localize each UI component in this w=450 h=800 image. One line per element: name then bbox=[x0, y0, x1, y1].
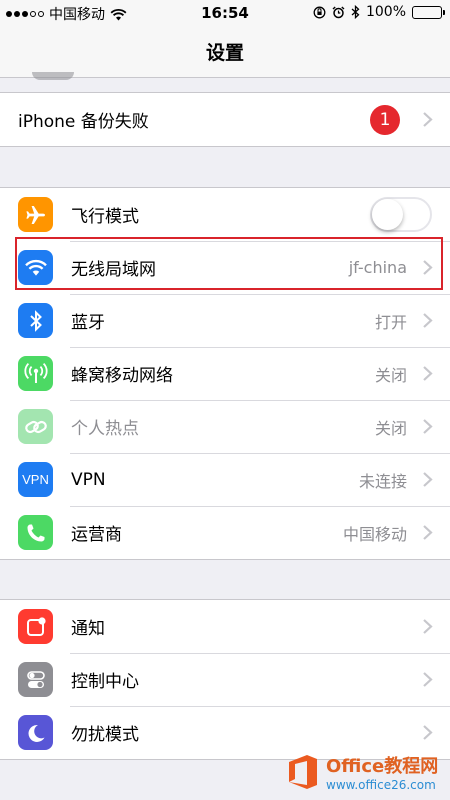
airplane-mode-row: 飞行模式 bbox=[0, 188, 450, 241]
hotspot-value: 关闭 bbox=[374, 418, 407, 438]
do-not-disturb-label: 勿扰模式 bbox=[71, 725, 139, 745]
airplane-icon bbox=[18, 197, 53, 232]
cellular-antenna-icon bbox=[18, 356, 53, 391]
chevron-right-icon bbox=[423, 419, 433, 434]
system-group: 通知 控制中心 勿扰模式 bbox=[0, 599, 450, 760]
bluetooth-status-icon bbox=[351, 5, 360, 19]
vpn-value: 未连接 bbox=[358, 471, 407, 491]
vpn-icon: VPN bbox=[18, 462, 53, 497]
status-right: 100% bbox=[313, 4, 445, 20]
control-center-row[interactable]: 控制中心 bbox=[0, 653, 450, 706]
site-watermark: Office教程网 www.office26.com bbox=[286, 747, 446, 797]
bluetooth-icon bbox=[18, 303, 53, 338]
backup-group: iPhone 备份失败 1 bbox=[0, 92, 450, 147]
orientation-lock-icon bbox=[313, 6, 326, 18]
bluetooth-row[interactable]: 蓝牙 打开 bbox=[0, 294, 450, 347]
hotspot-link-icon bbox=[18, 409, 53, 444]
navigation-bar: 设置 bbox=[0, 26, 450, 78]
wifi-value: jf-china bbox=[348, 258, 407, 277]
office-logo-icon bbox=[289, 755, 317, 789]
wifi-label: 无线局域网 bbox=[71, 260, 156, 280]
watermark-text: Office教程网 www.office26.com bbox=[326, 752, 438, 792]
vpn-icon-text: VPN bbox=[22, 472, 49, 487]
connectivity-group: 飞行模式 无线局域网 jf-china 蓝牙 打开 蜂窝移动网络 关闭 个人热点… bbox=[0, 187, 450, 560]
phone-icon bbox=[18, 515, 53, 550]
vpn-label: VPN bbox=[71, 469, 106, 490]
watermark-url: www.office26.com bbox=[326, 778, 436, 792]
alarm-icon bbox=[332, 5, 345, 18]
battery-percent: 100% bbox=[365, 4, 406, 20]
chevron-right-icon bbox=[423, 619, 433, 634]
cellular-row[interactable]: 蜂窝移动网络 关闭 bbox=[0, 347, 450, 400]
avatar bbox=[32, 72, 74, 80]
chevron-right-icon bbox=[423, 725, 433, 740]
cellular-value: 关闭 bbox=[374, 365, 407, 385]
notifications-label: 通知 bbox=[71, 619, 105, 639]
backup-row[interactable]: iPhone 备份失败 1 bbox=[0, 93, 450, 146]
battery-icon bbox=[412, 5, 445, 19]
chevron-right-icon bbox=[423, 525, 433, 540]
chevron-right-icon bbox=[423, 260, 433, 275]
bluetooth-value: 打开 bbox=[374, 312, 407, 332]
control-center-icon bbox=[18, 662, 53, 697]
vpn-row[interactable]: VPN VPN 未连接 bbox=[0, 453, 450, 506]
carrier-row[interactable]: 运营商 中国移动 bbox=[0, 506, 450, 559]
backup-label: iPhone 备份失败 bbox=[18, 112, 149, 132]
airplane-mode-toggle[interactable] bbox=[370, 197, 432, 232]
chevron-right-icon bbox=[423, 366, 433, 381]
moon-icon bbox=[18, 715, 53, 750]
notifications-row[interactable]: 通知 bbox=[0, 600, 450, 653]
carrier-label: 运营商 bbox=[71, 525, 122, 545]
chevron-right-icon bbox=[423, 672, 433, 687]
page-title: 设置 bbox=[205, 42, 244, 64]
airplane-mode-label: 飞行模式 bbox=[71, 207, 139, 227]
bluetooth-label: 蓝牙 bbox=[71, 313, 105, 333]
wifi-icon bbox=[18, 250, 53, 285]
notifications-icon bbox=[18, 609, 53, 644]
carrier-value: 中国移动 bbox=[342, 524, 407, 544]
chevron-right-icon bbox=[423, 313, 433, 328]
wifi-row[interactable]: 无线局域网 jf-china bbox=[0, 241, 450, 294]
chevron-right-icon bbox=[423, 112, 433, 127]
control-center-label: 控制中心 bbox=[71, 672, 139, 692]
watermark-title: Office教程网 bbox=[326, 756, 439, 777]
chevron-right-icon bbox=[423, 472, 433, 487]
status-bar: 中国移动 16:54 100% bbox=[0, 0, 450, 26]
hotspot-label: 个人热点 bbox=[71, 419, 139, 439]
hotspot-row[interactable]: 个人热点 关闭 bbox=[0, 400, 450, 453]
cellular-label: 蜂窝移动网络 bbox=[71, 366, 173, 386]
notification-badge: 1 bbox=[370, 105, 400, 135]
